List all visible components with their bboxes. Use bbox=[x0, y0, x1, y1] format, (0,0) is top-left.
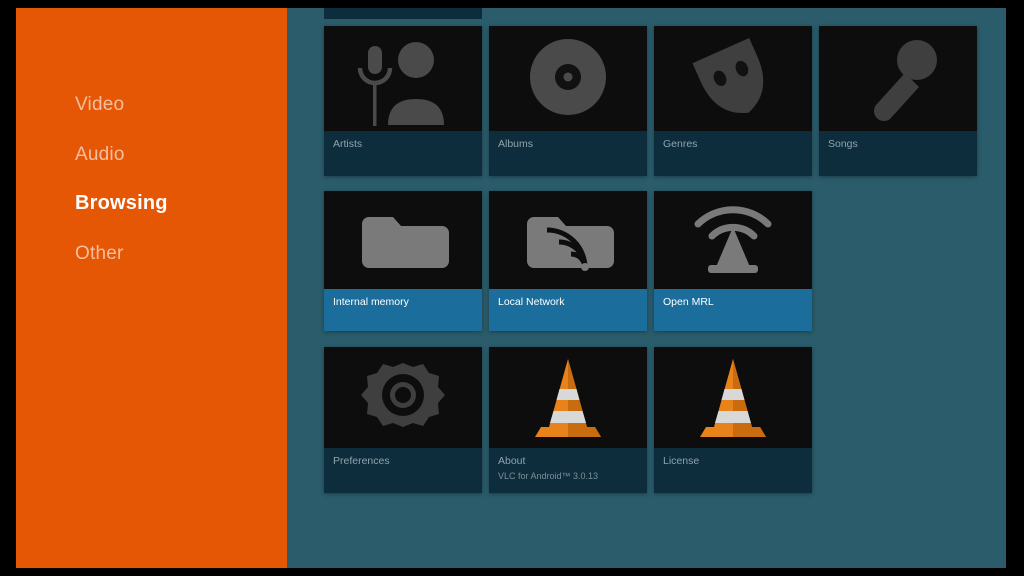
tile-label: Albums bbox=[498, 138, 534, 150]
vlc-cone-icon bbox=[535, 359, 601, 437]
microphone-icon bbox=[874, 40, 937, 121]
tile-about[interactable]: About VLC for Android™ 3.0.13 bbox=[489, 347, 647, 493]
tile-albums[interactable]: Albums bbox=[489, 26, 647, 176]
tile-label: About bbox=[498, 455, 526, 467]
tile-artwork bbox=[654, 191, 812, 289]
tile-label-band: Local Network bbox=[489, 289, 647, 331]
sidebar-item-other[interactable]: Other bbox=[75, 243, 124, 265]
tile-license[interactable]: License bbox=[654, 347, 812, 493]
tile-label-band: Albums bbox=[489, 131, 647, 176]
tile-artwork bbox=[489, 26, 647, 131]
previous-row-sliver bbox=[324, 8, 482, 19]
vlc-android-tv-browsing-screen: Video Audio Browsing Other Artists Album… bbox=[16, 8, 1006, 568]
tile-artwork bbox=[489, 347, 647, 448]
tile-label: Preferences bbox=[333, 455, 390, 467]
tile-artwork bbox=[489, 191, 647, 289]
tile-genres[interactable]: Genres bbox=[654, 26, 812, 176]
tile-label: Artists bbox=[333, 138, 363, 150]
tile-preferences[interactable]: Preferences bbox=[324, 347, 482, 493]
tile-label-band: Internal memory bbox=[324, 289, 482, 331]
tile-artwork bbox=[324, 26, 482, 131]
tile-label: Internal memory bbox=[333, 296, 409, 308]
tile-sublabel: VLC for Android™ 3.0.13 bbox=[498, 471, 599, 481]
folder-icon bbox=[362, 217, 449, 268]
theater-mask-icon bbox=[692, 37, 764, 114]
tile-label: License bbox=[663, 455, 700, 467]
tile-label-band: Genres bbox=[654, 131, 812, 176]
tile-local-network[interactable]: Local Network bbox=[489, 191, 647, 331]
tile-label: Open MRL bbox=[663, 296, 714, 308]
gear-icon bbox=[361, 363, 445, 427]
sidebar-item-audio[interactable]: Audio bbox=[75, 144, 125, 166]
tile-grid: Artists Albums Genres Songs Internal mem… bbox=[287, 8, 1006, 568]
tile-label-band: License bbox=[654, 448, 812, 493]
tile-artwork bbox=[324, 191, 482, 289]
tile-artwork bbox=[324, 347, 482, 448]
tile-label-band: Artists bbox=[324, 131, 482, 176]
tile-songs[interactable]: Songs bbox=[819, 26, 977, 176]
tile-open-mrl[interactable]: Open MRL bbox=[654, 191, 812, 331]
tile-artwork bbox=[819, 26, 977, 131]
tile-artwork bbox=[654, 26, 812, 131]
tile-label-band: Preferences bbox=[324, 448, 482, 493]
tile-label: Songs bbox=[828, 138, 858, 150]
album-disc-icon bbox=[530, 39, 606, 115]
tile-artists[interactable]: Artists bbox=[324, 26, 482, 176]
tile-artwork bbox=[654, 347, 812, 448]
folder-network-icon bbox=[527, 217, 614, 271]
tile-label-band: Open MRL bbox=[654, 289, 812, 331]
vlc-cone-icon bbox=[700, 359, 766, 437]
sidebar: Video Audio Browsing Other bbox=[16, 8, 287, 568]
tile-internal-memory[interactable]: Internal memory bbox=[324, 191, 482, 331]
tile-label: Genres bbox=[663, 138, 698, 150]
sidebar-item-video[interactable]: Video bbox=[75, 94, 124, 116]
sidebar-item-browsing[interactable]: Browsing bbox=[75, 192, 168, 215]
tile-label: Local Network bbox=[498, 296, 565, 308]
artist-icon bbox=[357, 42, 444, 126]
stream-cone-icon bbox=[694, 206, 772, 273]
tile-label-band: About VLC for Android™ 3.0.13 bbox=[489, 448, 647, 493]
tile-label-band: Songs bbox=[819, 131, 977, 176]
